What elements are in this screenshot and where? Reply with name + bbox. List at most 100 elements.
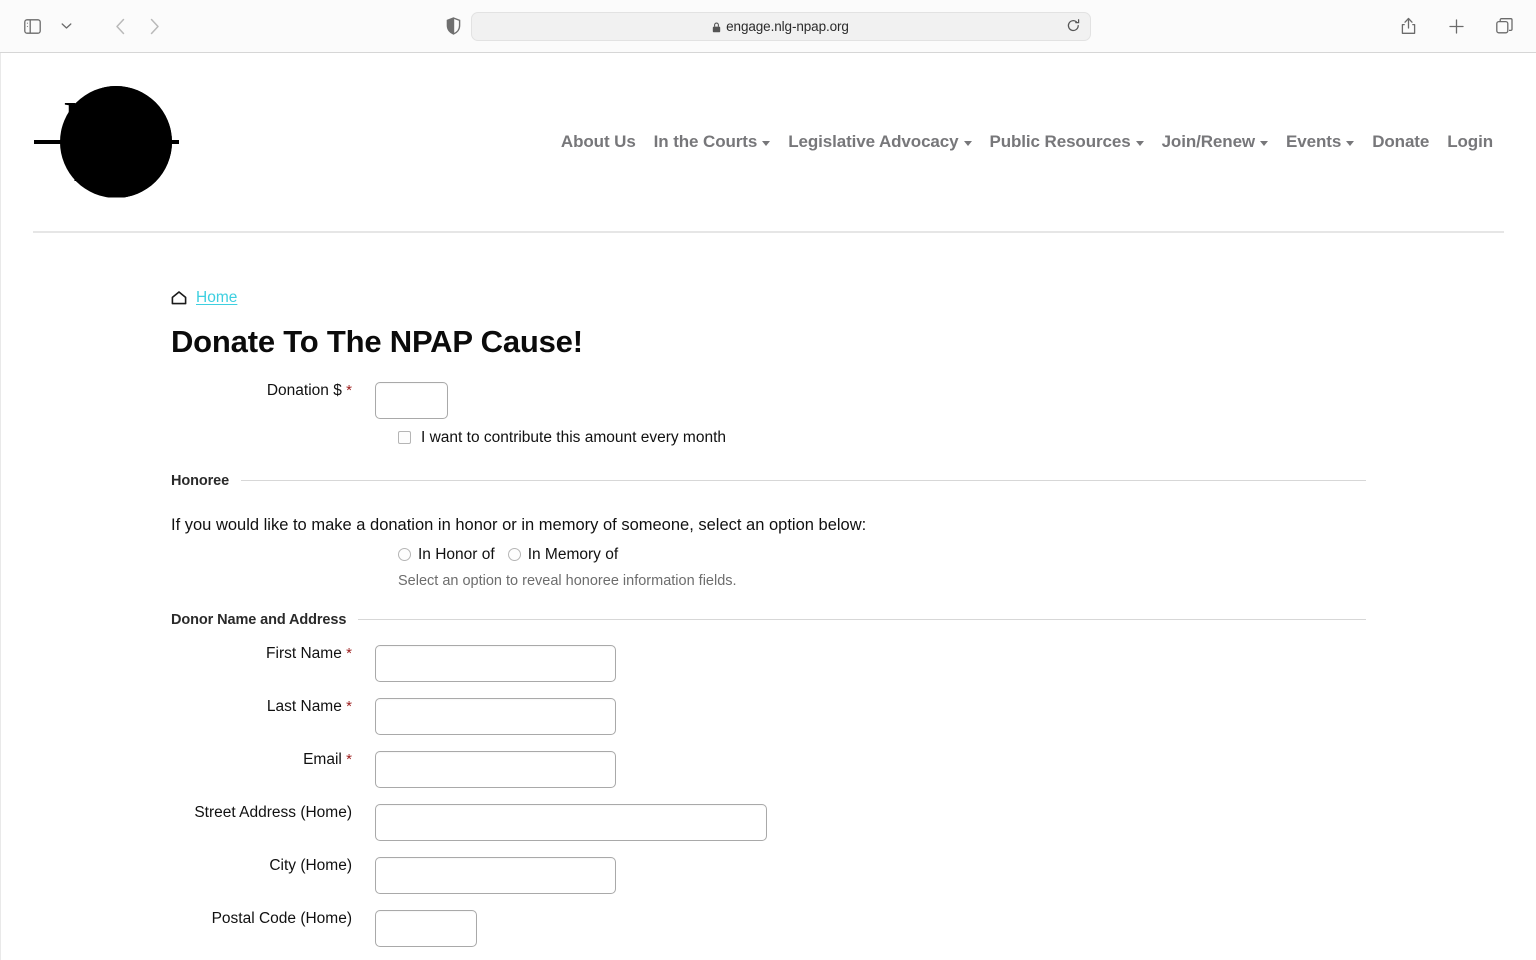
privacy-shield-icon[interactable] xyxy=(446,17,461,35)
honoree-intro-text: If you would like to make a donation in … xyxy=(171,515,867,534)
recurring-donation-label: I want to contribute this amount every m… xyxy=(421,428,726,446)
radio-in-memory-of-label: In Memory of xyxy=(527,545,619,563)
street-address-row: Street Address (Home) xyxy=(1,803,1536,841)
radio-in-honor-of[interactable] xyxy=(398,548,411,562)
nav-label: Donate xyxy=(1372,132,1430,151)
last-name-input[interactable] xyxy=(375,697,616,735)
recurring-donation-row[interactable]: I want to contribute this amount every m… xyxy=(398,429,1536,447)
radio-in-honor-of-label: In Honor of xyxy=(418,545,495,563)
main-navigation: About Us In the Courts Legislative Advoc… xyxy=(552,132,1504,152)
npap-logo[interactable]: NP AP xyxy=(34,80,179,205)
nav-label: About Us xyxy=(560,132,636,151)
street-address-input[interactable] xyxy=(375,803,767,841)
honoree-section: Honoree If you would like to make a dona… xyxy=(171,473,1366,589)
honoree-legend-wrap: Honoree xyxy=(171,473,1366,489)
new-tab-plus-icon[interactable] xyxy=(1440,11,1472,41)
logo-text-np: NP xyxy=(64,91,124,143)
reload-icon[interactable] xyxy=(1067,19,1080,33)
nav-item-join-renew[interactable]: Join/Renew xyxy=(1153,132,1277,152)
honoree-options-row: In Honor of In Memory of xyxy=(398,546,1366,564)
section-divider xyxy=(241,480,1366,482)
first-name-row: First Name * xyxy=(1,644,1536,682)
toolbar-right-group xyxy=(1392,11,1520,41)
toolbar-center-group: engage.nlg-npap.org xyxy=(0,11,1536,41)
nav-item-about-us[interactable]: About Us xyxy=(552,132,645,152)
browser-toolbar: engage.nlg-npap.org xyxy=(0,0,1536,53)
share-icon[interactable] xyxy=(1392,11,1424,41)
chevron-down-icon xyxy=(1260,141,1269,146)
chevron-down-icon xyxy=(1346,141,1355,146)
nav-label: Join/Renew xyxy=(1161,132,1256,151)
breadcrumb-home-link[interactable]: Home xyxy=(196,289,237,307)
required-marker: * xyxy=(346,750,352,768)
donation-amount-row: Donation $ * xyxy=(1,381,1536,419)
email-label: Email * xyxy=(1,751,375,769)
nav-item-events[interactable]: Events xyxy=(1277,132,1363,152)
donor-fields: First Name * Last Name * Email * Street … xyxy=(1,644,1536,947)
street-address-label: Street Address (Home) xyxy=(1,804,375,821)
logo-letters: NP AP xyxy=(34,80,179,205)
email-input[interactable] xyxy=(375,750,616,788)
url-text: engage.nlg-npap.org xyxy=(726,18,849,34)
back-arrow-icon[interactable] xyxy=(104,11,136,41)
nav-label: Login xyxy=(1447,132,1493,151)
city-label: City (Home) xyxy=(1,857,375,874)
chevron-down-icon xyxy=(762,141,771,146)
section-divider xyxy=(358,619,1366,621)
postal-code-input[interactable] xyxy=(375,909,477,947)
address-bar[interactable]: engage.nlg-npap.org xyxy=(470,11,1091,41)
recurring-donation-checkbox[interactable] xyxy=(398,431,411,445)
address-bar-text: engage.nlg-npap.org xyxy=(712,19,849,34)
city-row: City (Home) xyxy=(1,856,1536,894)
site-header: NP AP About Us In the Courts Legislative… xyxy=(33,53,1504,233)
donation-amount-label: Donation $ * xyxy=(1,382,375,400)
nav-item-in-the-courts[interactable]: In the Courts xyxy=(645,132,780,152)
nav-label: Legislative Advocacy xyxy=(788,132,959,151)
nav-label: Public Resources xyxy=(989,132,1131,151)
radio-in-memory-of[interactable] xyxy=(507,548,521,562)
label-text: Donation $ xyxy=(266,381,342,399)
postal-code-label: Postal Code (Home) xyxy=(1,910,375,927)
tabs-overview-icon[interactable] xyxy=(1488,11,1520,41)
sidebar-toggle-icon[interactable] xyxy=(16,11,48,41)
breadcrumb: Home xyxy=(171,289,1536,307)
email-row: Email * xyxy=(1,750,1536,788)
honoree-help-text: Select an option to reveal honoree infor… xyxy=(398,572,737,589)
nav-item-legislative-advocacy[interactable]: Legislative Advocacy xyxy=(779,132,980,152)
label-text: Postal Code (Home) xyxy=(211,909,352,927)
main-content: Home Donate To The NPAP Cause! Donation … xyxy=(1,289,1536,947)
honoree-legend: Honoree xyxy=(171,472,230,489)
last-name-row: Last Name * xyxy=(1,697,1536,735)
first-name-label: First Name * xyxy=(1,645,375,663)
city-input[interactable] xyxy=(375,856,616,894)
home-icon xyxy=(171,291,187,305)
lock-icon xyxy=(712,22,721,33)
toolbar-left-group xyxy=(16,11,170,41)
donor-section: Donor Name and Address xyxy=(171,612,1366,628)
nav-item-public-resources[interactable]: Public Resources xyxy=(981,132,1153,152)
required-marker: * xyxy=(346,381,352,399)
chevron-down-icon xyxy=(963,141,972,146)
logo-text-ap: AP xyxy=(74,139,134,191)
nav-item-login[interactable]: Login xyxy=(1438,132,1502,152)
page-title: Donate To The NPAP Cause! xyxy=(171,324,583,359)
last-name-label: Last Name * xyxy=(1,698,375,716)
label-text: Last Name xyxy=(266,697,342,715)
label-text: City (Home) xyxy=(269,856,352,874)
nav-item-donate[interactable]: Donate xyxy=(1363,132,1438,152)
required-marker: * xyxy=(346,644,352,662)
donation-amount-input[interactable] xyxy=(375,381,448,419)
donor-legend: Donor Name and Address xyxy=(171,611,347,628)
nav-label: Events xyxy=(1286,132,1342,151)
required-marker: * xyxy=(346,697,352,715)
chevron-down-icon[interactable] xyxy=(50,11,82,41)
nav-label: In the Courts xyxy=(653,132,758,151)
postal-code-row: Postal Code (Home) xyxy=(1,909,1536,947)
label-text: First Name xyxy=(266,644,342,662)
label-text: Email xyxy=(303,750,342,768)
forward-arrow-icon[interactable] xyxy=(138,11,170,41)
page-viewport: NP AP About Us In the Courts Legislative… xyxy=(0,53,1536,960)
first-name-input[interactable] xyxy=(375,644,616,682)
label-text: Street Address (Home) xyxy=(194,803,352,821)
donor-legend-wrap: Donor Name and Address xyxy=(171,612,1366,628)
